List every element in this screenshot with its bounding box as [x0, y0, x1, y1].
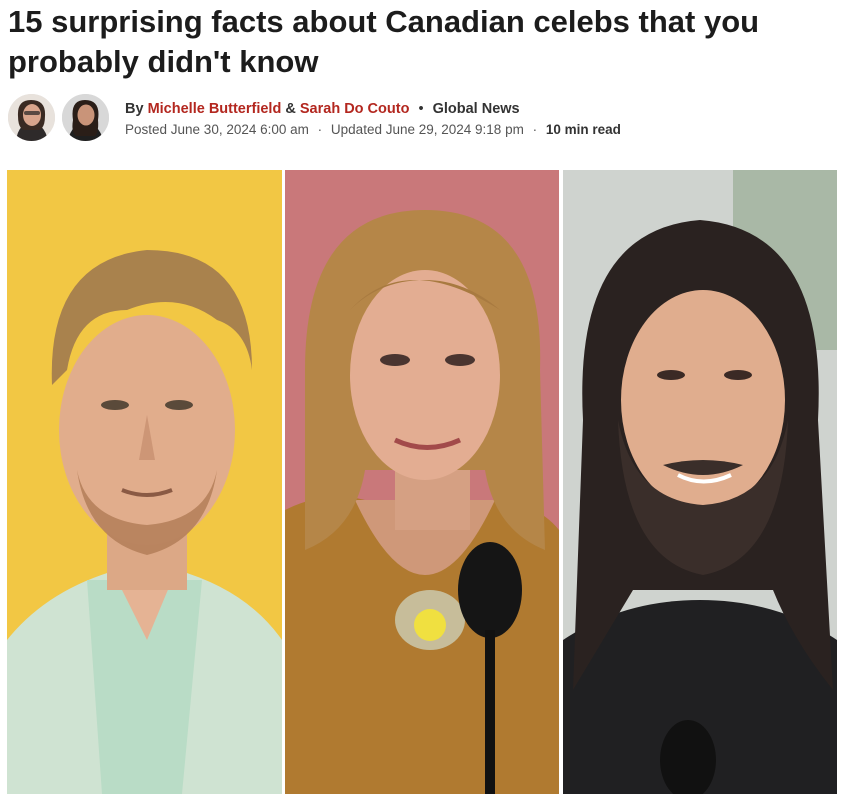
celebrity-photo-1 [7, 170, 282, 794]
celebrity-photo-2 [285, 170, 559, 794]
celebrity-photo-3 [563, 170, 837, 794]
updated-date: Updated June 29, 2024 9:18 pm [330, 122, 524, 137]
author-avatar-2[interactable] [62, 94, 109, 141]
byline-separator: • [418, 101, 424, 117]
read-time: 10 min read [545, 122, 621, 137]
author-avatar-1[interactable] [8, 94, 55, 141]
date-separator-2: · [532, 122, 538, 137]
author-link-1[interactable]: Michelle Butterfield [148, 101, 282, 117]
byline-ampersand: & [285, 101, 296, 117]
outlet-name: Global News [432, 101, 520, 117]
posted-date: Posted June 30, 2024 6:00 am [125, 122, 309, 137]
date-separator-1: · [317, 122, 323, 137]
article-headline: 15 surprising facts about Canadian celeb… [8, 4, 760, 79]
byline: By Michelle Butterfield & Sarah Do Couto… [8, 94, 838, 148]
byline-by-label: By [125, 101, 144, 117]
author-link-2[interactable]: Sarah Do Couto [300, 101, 410, 117]
hero-image-collage [7, 170, 837, 794]
